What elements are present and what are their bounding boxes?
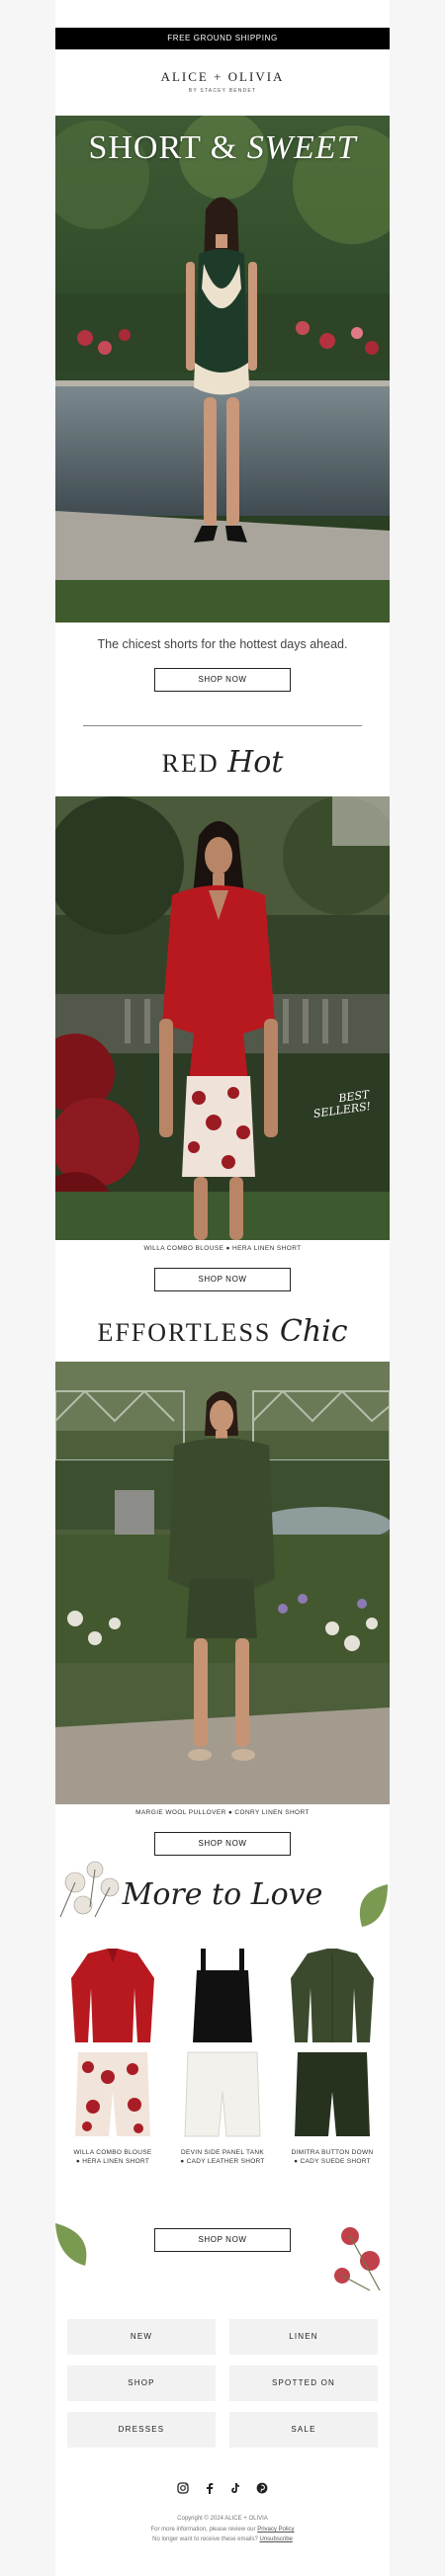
- privacy-policy-link[interactable]: Privacy Policy: [257, 2527, 294, 2533]
- effortless-title-plain: EFFORTLESS: [97, 1318, 280, 1347]
- shop-now-button-hero[interactable]: SHOP NOW: [154, 668, 291, 692]
- product-willa-blouse-image[interactable]: [63, 1949, 162, 2042]
- footer-privacy-line: For more information, please review our …: [55, 2526, 390, 2534]
- product-caption-2[interactable]: DEVIN SIDE PANEL TANK ● CADY LEATHER SHO…: [168, 2148, 277, 2166]
- hero-title: SHORT & SWEET: [55, 129, 390, 167]
- hero-image[interactable]: SHORT & SWEET: [55, 116, 390, 623]
- effortless-caption[interactable]: MARGIE WOOL PULLOVER ● CONRY LINEN SHORT: [55, 1809, 390, 1816]
- hero-title-plain: SHORT &: [88, 129, 247, 166]
- shop-now-button-more[interactable]: SHOP NOW: [154, 2228, 291, 2252]
- product-cady-leather-short-image[interactable]: [183, 2047, 262, 2141]
- product-caption-1[interactable]: WILLA COMBO BLOUSE ● HERA LINEN SHORT: [58, 2148, 167, 2166]
- product-hera-short-image[interactable]: [73, 2047, 152, 2141]
- brand-name: ALICE + OLIVIA: [160, 69, 285, 84]
- product-2-line2: ● CADY LEATHER SHORT: [180, 2158, 265, 2165]
- nav-dresses-button[interactable]: DRESSES: [67, 2412, 216, 2448]
- footer-privacy-text: For more information, please review our: [150, 2527, 258, 2533]
- tiktok-icon[interactable]: [228, 2482, 242, 2496]
- product-dimitra-button-down-image[interactable]: [283, 1949, 382, 2042]
- nav-sale-button[interactable]: SALE: [229, 2412, 378, 2448]
- leaf-decoration-left: [55, 2223, 87, 2266]
- nav-spotted-on-button[interactable]: SPOTTED ON: [229, 2366, 378, 2401]
- effortless-title-script: Chic: [279, 1314, 348, 1349]
- hero-tagline: The chicest shorts for the hottest days …: [97, 637, 348, 651]
- more-to-love-script: More to Love: [122, 1877, 323, 1912]
- product-devin-tank-image[interactable]: [173, 1949, 272, 2042]
- footer-copyright: Copyright © 2024 ALICE + OLIVIA: [177, 2516, 268, 2522]
- pinterest-icon[interactable]: [255, 2482, 269, 2496]
- product-3-line2: ● CADY SUEDE SHORT: [294, 2158, 371, 2165]
- red-hot-title-script: Hot: [227, 745, 284, 780]
- shipping-banner[interactable]: FREE GROUND SHIPPING: [55, 28, 390, 49]
- section-divider: [83, 725, 362, 726]
- unsubscribe-link[interactable]: Unsubscribe: [260, 2536, 293, 2542]
- effortless-image[interactable]: [55, 1362, 390, 1804]
- nav-new-button[interactable]: NEW: [67, 2319, 216, 2355]
- more-to-love-title: More to Love: [55, 1877, 390, 1912]
- hero-title-italic: SWEET: [246, 129, 357, 166]
- red-hot-image[interactable]: BEST SELLERS!: [55, 796, 390, 1240]
- product-3-line1: DIMITRA BUTTON DOWN: [291, 2149, 374, 2156]
- red-hot-title-plain: RED: [161, 749, 228, 778]
- shop-now-button-effortless[interactable]: SHOP NOW: [154, 1832, 291, 1856]
- footer-unsubscribe-line: No longer want to receive these emails? …: [55, 2535, 390, 2544]
- email-body: FREE GROUND SHIPPING ALICE + OLIVIA BY S…: [55, 0, 390, 2576]
- instagram-icon[interactable]: [176, 2482, 190, 2496]
- social-links: [55, 2481, 390, 2499]
- red-hot-title: RED Hot: [55, 745, 390, 780]
- product-cady-suede-short-image[interactable]: [293, 2047, 372, 2141]
- red-hot-caption[interactable]: WILLA COMBO BLOUSE ● HERA LINEN SHORT: [55, 1245, 390, 1252]
- nav-shop-button[interactable]: SHOP: [67, 2366, 216, 2401]
- product-1-line2: ● HERA LINEN SHORT: [75, 2158, 150, 2165]
- product-caption-3[interactable]: DIMITRA BUTTON DOWN ● CADY SUEDE SHORT: [278, 2148, 387, 2166]
- footer-unsubscribe-text: No longer want to receive these emails?: [152, 2536, 260, 2542]
- flower-decoration-right: [334, 2227, 381, 2291]
- brand-subtitle: BY STACEY BENDET: [188, 88, 257, 94]
- nav-linen-button[interactable]: LINEN: [229, 2319, 378, 2355]
- shop-now-button-red-hot[interactable]: SHOP NOW: [154, 1268, 291, 1291]
- product-2-line1: DEVIN SIDE PANEL TANK: [180, 2149, 265, 2156]
- effortless-title: EFFORTLESS Chic: [55, 1314, 390, 1349]
- brand-logo[interactable]: ALICE + OLIVIA BY STACEY BENDET: [55, 69, 390, 94]
- product-1-line1: WILLA COMBO BLOUSE: [73, 2149, 152, 2156]
- facebook-icon[interactable]: [203, 2482, 217, 2496]
